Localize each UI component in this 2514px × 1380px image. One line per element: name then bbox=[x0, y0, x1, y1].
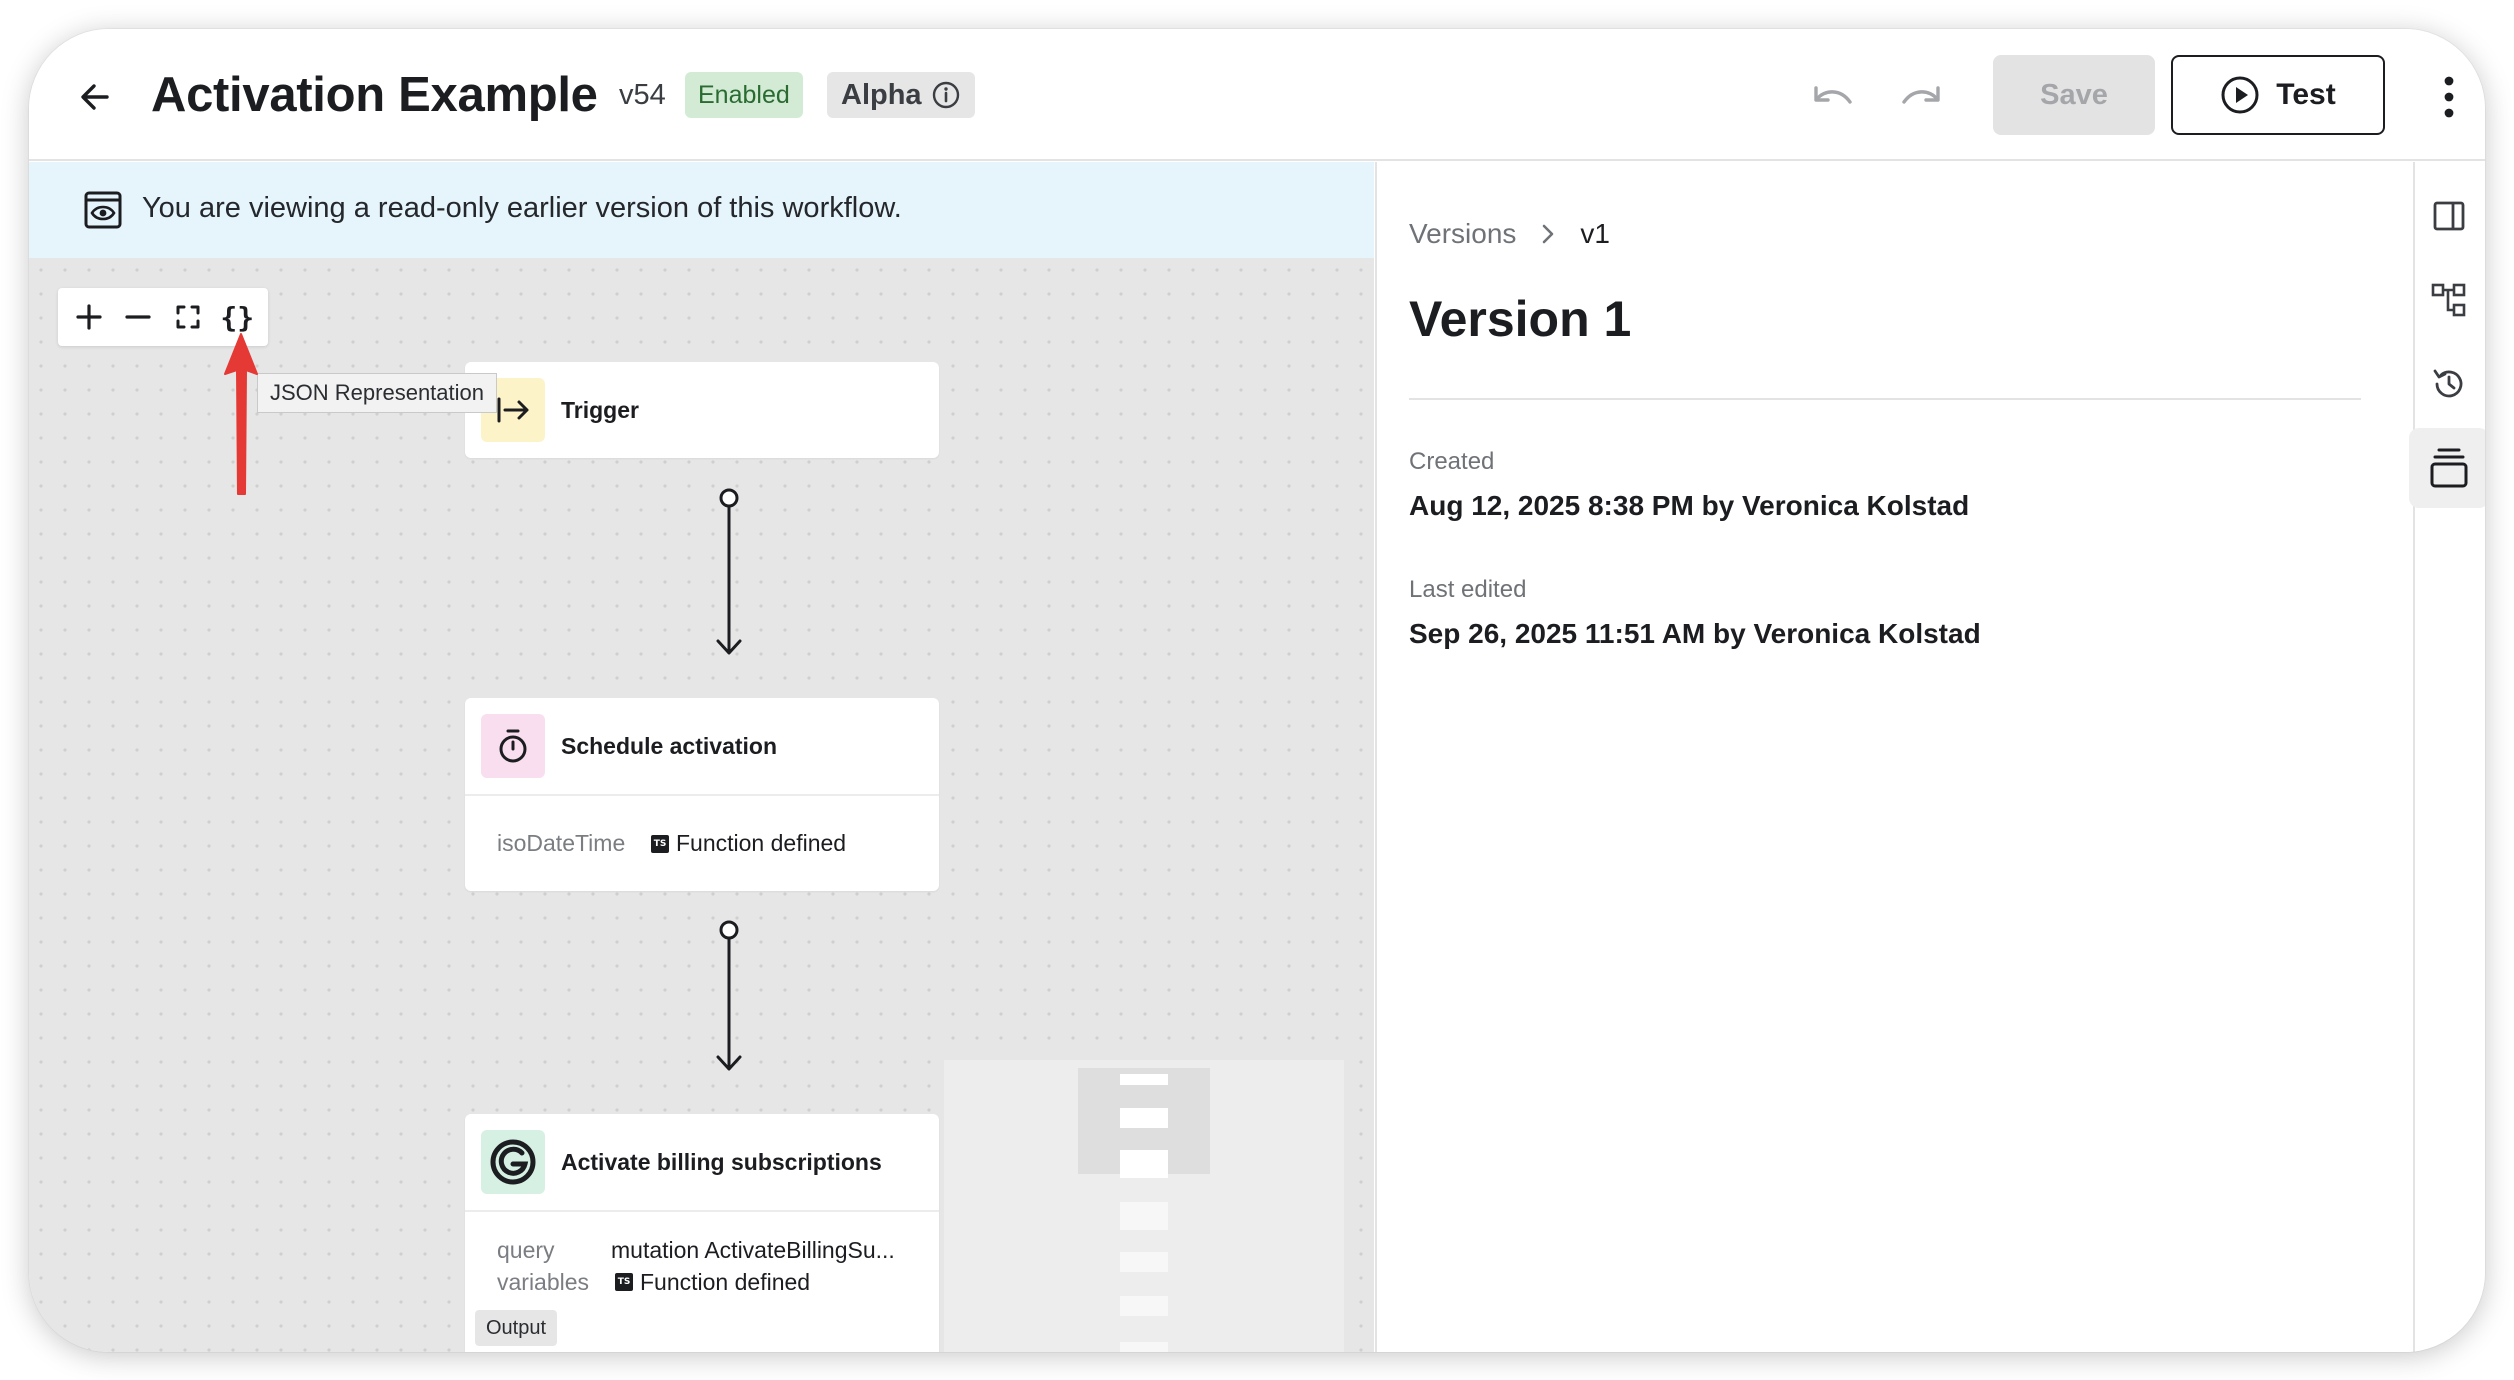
redo-button[interactable] bbox=[1895, 77, 1949, 117]
test-button[interactable]: Test bbox=[2171, 55, 2385, 135]
property-value: Function defined bbox=[676, 830, 847, 856]
save-button[interactable]: Save bbox=[1993, 55, 2155, 135]
node-title: Trigger bbox=[561, 396, 639, 423]
alpha-badge[interactable]: Alpha bbox=[827, 72, 975, 118]
app-window: Activation Example v54 Enabled Alpha Sav… bbox=[29, 29, 2485, 1352]
json-tooltip: JSON Representation bbox=[257, 373, 497, 413]
stopwatch-icon bbox=[481, 714, 545, 778]
typescript-icon: TS bbox=[651, 834, 669, 853]
minimap-graphic bbox=[1078, 1068, 1210, 1352]
toggle-panel-button[interactable] bbox=[2409, 176, 2485, 256]
zoom-in-button[interactable] bbox=[67, 295, 111, 339]
node-property: isoDateTime TS Function defined bbox=[497, 830, 846, 857]
more-options-button[interactable] bbox=[2429, 69, 2469, 125]
annotation-arrow bbox=[224, 333, 258, 495]
billing-logo-icon bbox=[481, 1130, 545, 1194]
read-only-banner: You are viewing a read-only earlier vers… bbox=[29, 162, 1374, 258]
versions-button[interactable] bbox=[2409, 428, 2485, 508]
output-chip[interactable]: Output bbox=[475, 1310, 558, 1346]
chevron-right-icon bbox=[1543, 224, 1554, 244]
property-key: isoDateTime bbox=[497, 830, 626, 856]
breadcrumb: Versions v1 bbox=[1409, 218, 1610, 250]
created-label: Created bbox=[1409, 448, 1495, 475]
property-key: query bbox=[497, 1236, 555, 1263]
breadcrumb-current: v1 bbox=[1580, 218, 1610, 249]
workflow-tree-icon bbox=[2431, 283, 2466, 317]
node-title: Activate billing subscriptions bbox=[561, 1148, 882, 1175]
edge-connector bbox=[716, 920, 742, 1071]
divider bbox=[1409, 398, 2361, 400]
activate-billing-node[interactable]: Activate billing subscriptions query mut… bbox=[465, 1114, 939, 1352]
back-button[interactable] bbox=[67, 69, 123, 125]
fit-view-button[interactable] bbox=[166, 295, 210, 339]
typescript-icon: TS bbox=[615, 1273, 633, 1291]
versions-stack-icon bbox=[2430, 448, 2468, 488]
node-property: variables TS Function defined bbox=[497, 1266, 907, 1298]
version-title: Version 1 bbox=[1409, 291, 1632, 347]
redo-icon bbox=[1902, 86, 1940, 104]
top-bar: Activation Example v54 Enabled Alpha Sav… bbox=[29, 29, 2485, 161]
alpha-badge-label: Alpha bbox=[841, 78, 922, 111]
fit-view-icon bbox=[176, 305, 200, 329]
workflow-canvas[interactable]: {} JSON Representation Trigger Schedule … bbox=[29, 258, 1374, 1352]
schedule-activation-node[interactable]: Schedule activation isoDateTime TS Funct… bbox=[465, 698, 939, 891]
eye-icon bbox=[84, 191, 122, 229]
version-detail-panel: Versions v1 Version 1 Created Aug 12, 20… bbox=[1375, 162, 2413, 1352]
created-value: Aug 12, 2025 8:38 PM by Veronica Kolstad bbox=[1409, 490, 1970, 521]
info-icon bbox=[932, 81, 959, 109]
more-vertical-icon bbox=[2444, 76, 2454, 118]
property-key: variables bbox=[497, 1268, 590, 1295]
panel-right-icon bbox=[2433, 201, 2465, 231]
breadcrumb-versions-link[interactable]: Versions bbox=[1409, 218, 1516, 250]
arrow-left-icon bbox=[81, 84, 109, 110]
minus-icon bbox=[125, 315, 151, 319]
edge-connector bbox=[716, 488, 742, 655]
status-badge: Enabled bbox=[685, 72, 803, 118]
zoom-out-button[interactable] bbox=[116, 295, 160, 339]
page-title: Activation Example bbox=[151, 68, 598, 122]
test-button-label: Test bbox=[2276, 78, 2336, 111]
canvas-minimap[interactable] bbox=[944, 1060, 1344, 1352]
last-edited-value: Sep 26, 2025 11:51 AM by Veronica Kolsta… bbox=[1409, 618, 1981, 649]
history-button[interactable] bbox=[2409, 344, 2485, 424]
right-sidebar-rail bbox=[2409, 162, 2485, 1352]
play-circle-icon bbox=[2221, 76, 2259, 114]
undo-button[interactable] bbox=[1805, 77, 1859, 117]
last-edited-label: Last edited bbox=[1409, 576, 1527, 603]
node-property: query mutation ActivateBillingSu... bbox=[497, 1234, 907, 1266]
trigger-node[interactable]: Trigger bbox=[465, 362, 939, 458]
property-value: mutation ActivateBillingSu... bbox=[611, 1236, 895, 1263]
banner-message: You are viewing a read-only earlier vers… bbox=[142, 192, 902, 224]
workflow-tree-button[interactable] bbox=[2409, 260, 2485, 340]
node-title: Schedule activation bbox=[561, 732, 778, 759]
plus-icon bbox=[76, 304, 102, 330]
undo-icon bbox=[1814, 86, 1852, 104]
version-number: v54 bbox=[619, 79, 666, 111]
property-value: Function defined bbox=[640, 1268, 811, 1295]
history-icon bbox=[2433, 369, 2463, 398]
